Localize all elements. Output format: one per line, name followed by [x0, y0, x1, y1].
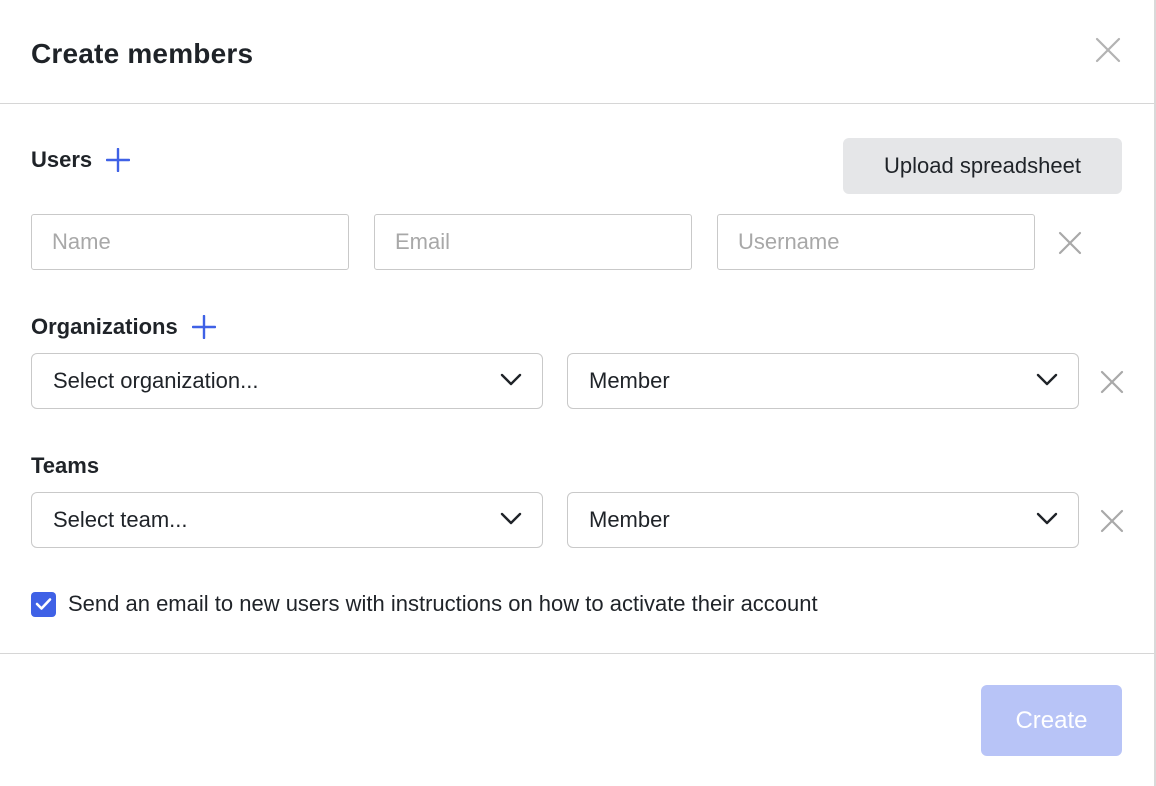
users-section-label: Users: [31, 147, 131, 173]
team-role-value: Member: [589, 507, 670, 532]
dialog-header: Create members: [0, 0, 1154, 104]
organization-role-value: Member: [589, 368, 670, 393]
email-input[interactable]: [374, 214, 692, 270]
chevron-down-icon: [500, 512, 522, 525]
team-select-value: Select team...: [53, 507, 188, 532]
team-select[interactable]: Select team...: [31, 492, 543, 548]
remove-organization-row-icon[interactable]: [1100, 370, 1124, 394]
teams-section-label: Teams: [31, 453, 99, 479]
add-user-plus-icon[interactable]: [106, 148, 131, 172]
add-organization-plus-icon[interactable]: [191, 315, 216, 339]
username-input[interactable]: [717, 214, 1035, 270]
name-input[interactable]: [31, 214, 349, 270]
create-members-dialog: Create members Users Upload spreadsheet …: [0, 0, 1156, 786]
team-role-select[interactable]: Member: [567, 492, 1079, 548]
close-icon[interactable]: [1094, 36, 1122, 64]
send-email-option: Send an email to new users with instruct…: [31, 591, 818, 617]
chevron-down-icon: [1036, 512, 1058, 525]
remove-team-row-icon[interactable]: [1100, 509, 1124, 533]
dialog-title: Create members: [31, 38, 254, 69]
upload-spreadsheet-button[interactable]: Upload spreadsheet: [843, 138, 1122, 194]
send-email-label: Send an email to new users with instruct…: [68, 591, 818, 616]
organizations-label: Organizations: [31, 314, 178, 339]
create-button[interactable]: Create: [981, 685, 1122, 756]
organization-role-select[interactable]: Member: [567, 353, 1079, 409]
send-email-checkbox[interactable]: [31, 591, 56, 617]
organization-select[interactable]: Select organization...: [31, 353, 543, 409]
users-label: Users: [31, 147, 93, 172]
chevron-down-icon: [1036, 373, 1058, 386]
chevron-down-icon: [500, 373, 522, 386]
remove-user-row-icon[interactable]: [1058, 231, 1082, 255]
checkmark-icon: [35, 598, 52, 610]
teams-label: Teams: [31, 453, 100, 478]
organization-select-value: Select organization...: [53, 368, 259, 393]
organizations-section-label: Organizations: [31, 314, 216, 340]
dialog-footer: Create: [0, 653, 1154, 786]
